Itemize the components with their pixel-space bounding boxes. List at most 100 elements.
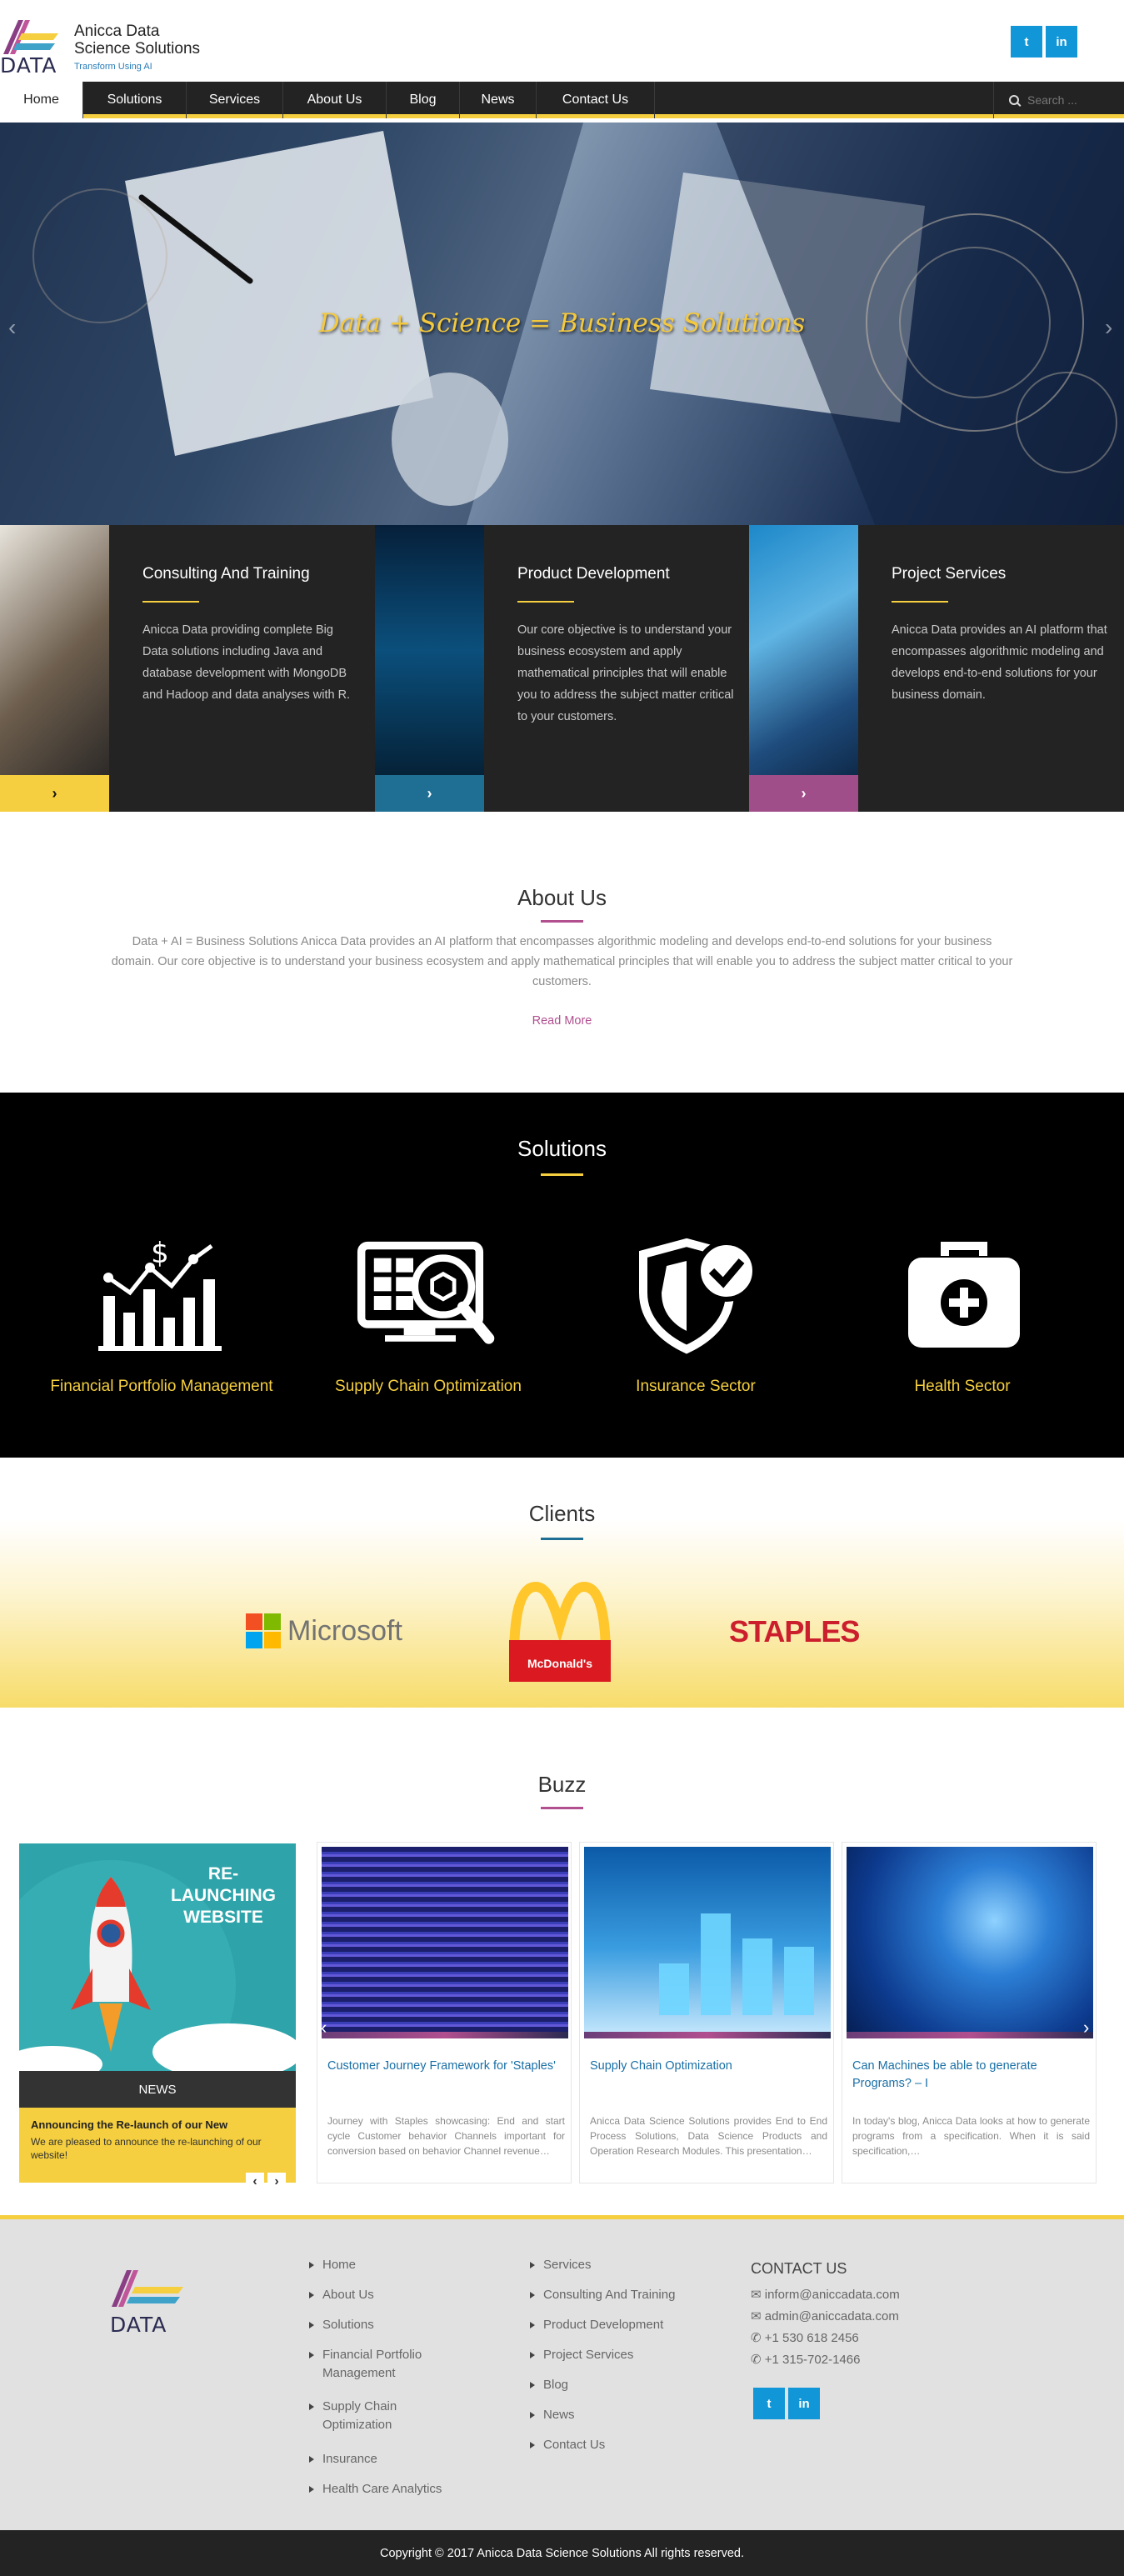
service-card-project-services: › Project Services Anicca Data provides …: [749, 525, 1124, 812]
footer-link-project-services[interactable]: Project Services: [529, 2346, 633, 2364]
service-title: Project Services: [892, 565, 1007, 583]
blog-title[interactable]: Customer Journey Framework for 'Staples': [327, 2058, 569, 2075]
blog-excerpt: Anicca Data Science Solutions provides E…: [590, 2115, 827, 2157]
nav-item-blog[interactable]: Blog: [387, 82, 460, 118]
envelope-icon: ✉: [751, 2288, 765, 2302]
service-more-button[interactable]: ›: [749, 775, 858, 812]
solution-label-insurance[interactable]: Insurance Sector: [558, 1378, 833, 1396]
service-card-consulting: › Consulting And Training Anicca Data pr…: [0, 525, 375, 812]
hero-title: Data + Science = Business Solutions: [318, 308, 806, 338]
blog-excerpt: In today's blog, Anicca Data looks at ho…: [852, 2115, 1090, 2157]
footer-link-supply-chain[interactable]: Supply Chain Optimization: [309, 2398, 422, 2434]
service-underline: [142, 601, 199, 603]
clients-underline: [541, 1538, 583, 1540]
solution-label-health[interactable]: Health Sector: [825, 1378, 1100, 1396]
solutions-section: Solutions $ Financial Portfolio Manageme…: [0, 1093, 1124, 1458]
service-text: Our core objective is to understand your…: [517, 623, 734, 723]
client-logo-staples: STAPLES: [729, 1614, 860, 1648]
contact-email-1-text: inform@aniccadata.com: [764, 2288, 900, 2302]
service-underline: [517, 601, 574, 603]
footer-link-insurance[interactable]: Insurance: [309, 2450, 377, 2468]
contact-phone-2[interactable]: ✆ +1 315-702-1466: [751, 2352, 860, 2367]
hero-prev-icon[interactable]: ‹: [8, 314, 16, 341]
medical-kit-icon: [893, 1234, 1035, 1358]
footer-link-consulting[interactable]: Consulting And Training: [529, 2286, 675, 2304]
footer-link-home[interactable]: Home: [308, 2256, 356, 2274]
chevron-right-icon: ›: [427, 784, 432, 802]
buzz-title: Buzz: [537, 1772, 587, 1797]
page: DATA Anicca Data Science Solutions Trans…: [0, 0, 1124, 2576]
nav-item-solutions[interactable]: Solutions: [83, 82, 187, 118]
service-underline: [892, 601, 948, 603]
footer-logo-icon: [112, 2270, 183, 2307]
microsoft-logo-icon: [246, 1613, 281, 1648]
footer-link-about-us[interactable]: About Us: [309, 2286, 374, 2304]
news-tag: NEWS: [19, 2071, 296, 2108]
about-underline: [541, 920, 583, 923]
solution-label-financial[interactable]: Financial Portfolio Management: [24, 1378, 299, 1396]
phone-icon: ✆: [751, 2331, 765, 2345]
contact-phone-1[interactable]: ✆ +1 530 618 2456: [751, 2330, 859, 2345]
blog-image-band: [584, 2032, 831, 2038]
contact-title: CONTACT US: [751, 2260, 847, 2277]
service-more-button[interactable]: ›: [375, 775, 484, 812]
contact-email-2[interactable]: ✉ admin@aniccadata.com: [751, 2308, 899, 2323]
blog-card[interactable]: Customer Journey Framework for 'Staples'…: [317, 1842, 572, 2183]
brand-line-2: Science Solutions: [74, 40, 201, 58]
footer-link-product-development[interactable]: Product Development: [529, 2316, 663, 2334]
linkedin-icon[interactable]: in: [1046, 26, 1077, 58]
blog-card[interactable]: Can Machines be able to generate Program…: [842, 1842, 1097, 2183]
footer-link-blog[interactable]: Blog: [529, 2376, 568, 2394]
read-more-link[interactable]: Read More: [0, 1014, 1124, 1028]
blog-title[interactable]: Supply Chain Optimization: [590, 2058, 832, 2075]
chevron-right-icon: ›: [52, 784, 57, 802]
blog-image-band: [322, 2032, 568, 2038]
hero-slider: Data + Science = Business Solutions ‹ ›: [0, 123, 1124, 525]
nav-item-about-us[interactable]: About Us: [283, 82, 387, 118]
service-card-product-development: › Product Development Our core objective…: [375, 525, 750, 812]
footer-link-news[interactable]: News: [530, 2406, 575, 2424]
twitter-icon[interactable]: t: [1011, 26, 1042, 58]
microsoft-wordmark: Microsoft: [287, 1614, 402, 1647]
footer-twitter-icon[interactable]: t: [753, 2388, 785, 2419]
blog-excerpt: Journey with Staples showcasing: End and…: [327, 2115, 565, 2157]
footer-link-contact-us[interactable]: Contact Us: [529, 2436, 605, 2454]
blog-title[interactable]: Can Machines be able to generate Program…: [852, 2058, 1094, 2093]
shield-check-icon: [625, 1234, 767, 1358]
carousel-next-icon[interactable]: ›: [1083, 2017, 1089, 2038]
news-image: RE-LAUNCHING WEBSITE: [19, 1843, 296, 2071]
footer-link-services[interactable]: Services: [530, 2256, 592, 2274]
footer-linkedin-icon[interactable]: in: [788, 2388, 820, 2419]
chevron-right-icon: ›: [801, 784, 807, 802]
news-next-button[interactable]: ›: [267, 2173, 286, 2191]
nav-item-home[interactable]: Home: [0, 82, 83, 118]
news-prev-button[interactable]: ‹: [246, 2173, 264, 2191]
footer-link-solutions[interactable]: Solutions: [309, 2316, 374, 2334]
service-title: Consulting And Training: [142, 565, 310, 583]
client-logo-mcdonalds: McDonald's: [506, 1582, 614, 1685]
brand-name[interactable]: Anicca Data Science Solutions: [74, 23, 200, 58]
footer-link-health-care[interactable]: Health Care Analytics: [308, 2480, 442, 2498]
service-text: Anicca Data providing complete Big Data …: [142, 623, 351, 702]
carousel-prev-icon[interactable]: ‹: [321, 2017, 327, 2038]
hero-next-icon[interactable]: ›: [1105, 314, 1112, 341]
financial-chart-icon: $: [91, 1234, 232, 1358]
blog-image: [322, 1847, 568, 2032]
nav-item-contact-us[interactable]: Contact Us: [537, 82, 655, 118]
site-header: DATA Anicca Data Science Solutions Trans…: [0, 0, 1124, 82]
search-input[interactable]: Search ...: [1027, 93, 1077, 107]
solution-label-supply-chain[interactable]: Supply Chain Optimization: [291, 1378, 566, 1396]
blog-card[interactable]: Supply Chain Optimization Anicca Data Sc…: [579, 1842, 834, 2183]
nav-item-services[interactable]: Services: [187, 82, 283, 118]
contact-email-2-text: admin@aniccadata.com: [764, 2309, 899, 2323]
search-box[interactable]: Search ...: [993, 82, 1124, 118]
contact-email-1[interactable]: ✉ inform@aniccadata.com: [751, 2287, 900, 2302]
phone-icon: ✆: [751, 2353, 765, 2367]
svg-text:$: $: [151, 1238, 169, 1270]
nav-item-news[interactable]: News: [460, 82, 537, 118]
contact-phone-2-text: +1 315-702-1466: [764, 2353, 861, 2367]
footer-link-financial[interactable]: Financial Portfolio Management: [309, 2346, 456, 2383]
news-title[interactable]: Announcing the Re-launch of our New: [31, 2118, 227, 2131]
service-more-button[interactable]: ›: [0, 775, 109, 812]
main-nav: Home Solutions Services About Us Blog Ne…: [0, 82, 1124, 118]
